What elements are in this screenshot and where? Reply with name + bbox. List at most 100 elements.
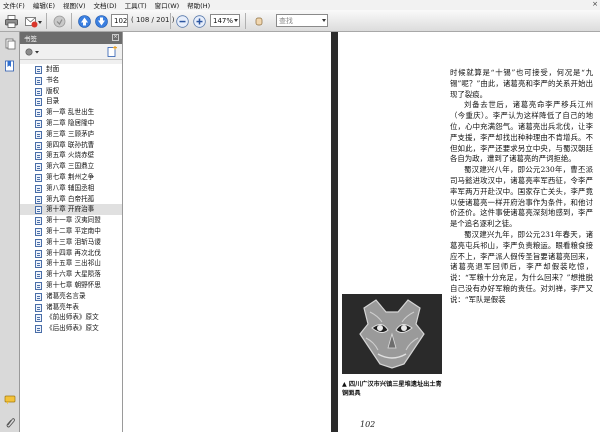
bookmarks-tab[interactable] [4, 60, 16, 72]
bookmark-item[interactable]: 版权 [20, 86, 122, 97]
attachments-tab[interactable] [4, 416, 16, 428]
menu-document[interactable]: 文档(D) [94, 0, 117, 10]
menu-edit[interactable]: 编辑(E) [33, 0, 55, 10]
comment-icon [4, 395, 16, 405]
bookmark-item[interactable]: 第十六章 大星陨落 [20, 269, 122, 280]
page-number-input[interactable]: 102 [111, 14, 128, 27]
menu-view[interactable]: 视图(V) [63, 0, 86, 10]
bookmark-item[interactable]: 第三章 三顾茅庐 [20, 129, 122, 140]
pages-tab[interactable] [4, 38, 16, 50]
bronze-mask-image [342, 294, 442, 374]
bookmark-label: 封面 [46, 65, 60, 73]
toolbar-separator [245, 13, 246, 29]
bookmark-item[interactable]: 第十章 开府治事 [20, 204, 122, 216]
bookmark-label: 第五章 火烧赤壁 [46, 151, 95, 160]
paragraph: 刘备去世后，诸葛亮命李严移兵江州（今重庆）。李严认为这样降低了自己的地位，心中充… [450, 100, 593, 164]
hand-tool-button[interactable] [252, 13, 264, 28]
bookmark-item[interactable]: 第五章 火烧赤壁 [20, 150, 122, 161]
bookmark-item[interactable]: 第十四章 再次北伐 [20, 248, 122, 259]
save-icon [53, 15, 66, 28]
comments-tab[interactable] [4, 394, 16, 406]
email-dropdown-icon[interactable] [38, 21, 42, 24]
search-dropdown-icon [322, 19, 326, 22]
page-number: 102 [360, 420, 376, 429]
menu-bar: 文件(F) 编辑(E) 视图(V) 文档(D) 工具(T) 窗口(W) 帮助(H… [0, 0, 600, 10]
bookmark-label: 《前出师表》原文 [46, 313, 99, 322]
bookmark-label: 第七章 荆州之争 [46, 172, 95, 181]
bookmark-page-icon [35, 152, 42, 161]
bookmark-options-button[interactable] [24, 47, 40, 57]
menu-file[interactable]: 文件(F) [3, 0, 25, 10]
bookmark-item[interactable]: 第十三章 泪斩马谡 [20, 237, 122, 248]
bookmark-label: 第十章 开府治事 [46, 205, 95, 214]
print-button[interactable] [3, 13, 18, 28]
bookmark-page-icon [35, 227, 42, 236]
bookmark-label: 第十五章 三出祁山 [46, 259, 101, 268]
document-view[interactable]: 时候就算是“十锡”也可接受，何况是“九锡”呢？”由此，诸葛亮和李严的关系开始出现… [123, 32, 600, 432]
bookmark-label: 第八章 辅国丞相 [46, 183, 95, 192]
close-panel-button[interactable]: × [112, 34, 119, 41]
bookmark-label: 第一章 乱世出生 [46, 108, 95, 117]
next-page-button[interactable] [93, 13, 108, 28]
bookmark-item[interactable]: 第七章 荆州之争 [20, 172, 122, 183]
close-document-button[interactable]: × [592, 0, 598, 8]
bookmark-label: 诸葛亮名言录 [46, 291, 86, 300]
bookmark-label: 第十二章 平定南中 [46, 226, 101, 235]
search-placeholder: 查找 [279, 16, 293, 25]
bookmark-item[interactable]: 书名 [20, 75, 122, 86]
bookmark-item[interactable]: 第一章 乱世出生 [20, 107, 122, 118]
zoom-dropdown-icon [234, 19, 238, 22]
bookmark-item[interactable]: 第八章 辅国丞相 [20, 183, 122, 194]
zoom-in-button[interactable] [191, 13, 206, 28]
bookmark-label: 书名 [46, 75, 60, 84]
bookmark-item[interactable]: 第九章 白帝托孤 [20, 194, 122, 205]
new-bookmark-button[interactable] [106, 46, 118, 58]
email-icon [25, 17, 38, 28]
bookmark-item[interactable]: 封面 [20, 64, 122, 75]
right-page: 时候就算是“十锡”也可接受，何况是“九锡”呢？”由此，诸葛亮和李严的关系开始出现… [338, 32, 600, 432]
bookmark-item[interactable]: 第二章 隐居隆中 [20, 118, 122, 129]
bookmark-page-icon [35, 249, 42, 258]
previous-page-button[interactable] [76, 13, 91, 28]
bookmark-item[interactable]: 《前出师表》原文 [20, 312, 122, 323]
save-button[interactable] [51, 13, 66, 28]
bookmark-item[interactable]: 诸葛亮名言录 [20, 291, 122, 302]
paragraph: 蜀汉建兴九年，即公元231年春天，诸葛亮屯兵祁山，李严负责粮运。眼看粮食接应不上… [450, 229, 593, 304]
zoom-out-button[interactable] [174, 13, 189, 28]
bookmark-item[interactable]: 第十七章 朝野怀思 [20, 280, 122, 291]
bookmark-label: 第九章 白帝托孤 [46, 194, 95, 203]
bookmark-item[interactable]: 第六章 三国鼎立 [20, 161, 122, 172]
search-input[interactable]: 查找 [276, 14, 328, 27]
bookmark-item[interactable]: 第四章 联孙抗曹 [20, 140, 122, 151]
bookmark-label: 版权 [46, 86, 60, 95]
navigation-strip [0, 32, 20, 432]
menu-window[interactable]: 窗口(W) [155, 0, 180, 10]
bookmark-item[interactable]: 诸葛亮年表 [20, 302, 122, 313]
bookmark-page-icon [35, 173, 42, 182]
menu-tools[interactable]: 工具(T) [125, 0, 147, 10]
bookmark-label: 第六章 三国鼎立 [46, 162, 95, 171]
toolbar-separator [71, 13, 72, 29]
bookmark-item[interactable]: 第十一章 汉夷同盟 [20, 215, 122, 226]
bookmarks-toolbar [20, 44, 122, 60]
next-page-icon [95, 15, 108, 28]
bookmark-item[interactable]: 第十二章 平定南中 [20, 226, 122, 237]
zoom-in-icon [193, 15, 206, 28]
bookmark-page-icon [35, 66, 42, 74]
bookmarks-panel: 书签 × 封面 书名 版权 目录 第一章 乱世出生 第二章 隐居隆中 第三章 三顾茅庐 第四章… [20, 32, 123, 432]
email-button[interactable] [23, 13, 38, 28]
zoom-level-select[interactable]: 147% [210, 14, 240, 27]
menu-help[interactable]: 帮助(H) [187, 0, 210, 10]
bookmark-item[interactable]: 目录 [20, 96, 122, 107]
toolbar: 102 ( 108 / 201 ) 147% 查找 [0, 10, 600, 32]
bookmark-page-icon [35, 271, 42, 280]
image-caption: ▲ 四川广汉市兴镇三星堆遗址出土青铜面具 [342, 381, 442, 397]
options-icon [25, 48, 39, 56]
bookmark-label: 《后出师表》原文 [46, 324, 99, 333]
bookmark-page-icon [35, 184, 42, 193]
bookmark-item[interactable]: 《后出师表》原文 [20, 323, 122, 334]
bookmark-page-icon [35, 87, 42, 96]
bookmark-item[interactable]: 第十五章 三出祁山 [20, 258, 122, 269]
bookmark-label: 第十一章 汉夷同盟 [46, 216, 101, 225]
bookmark-page-icon [35, 109, 42, 118]
